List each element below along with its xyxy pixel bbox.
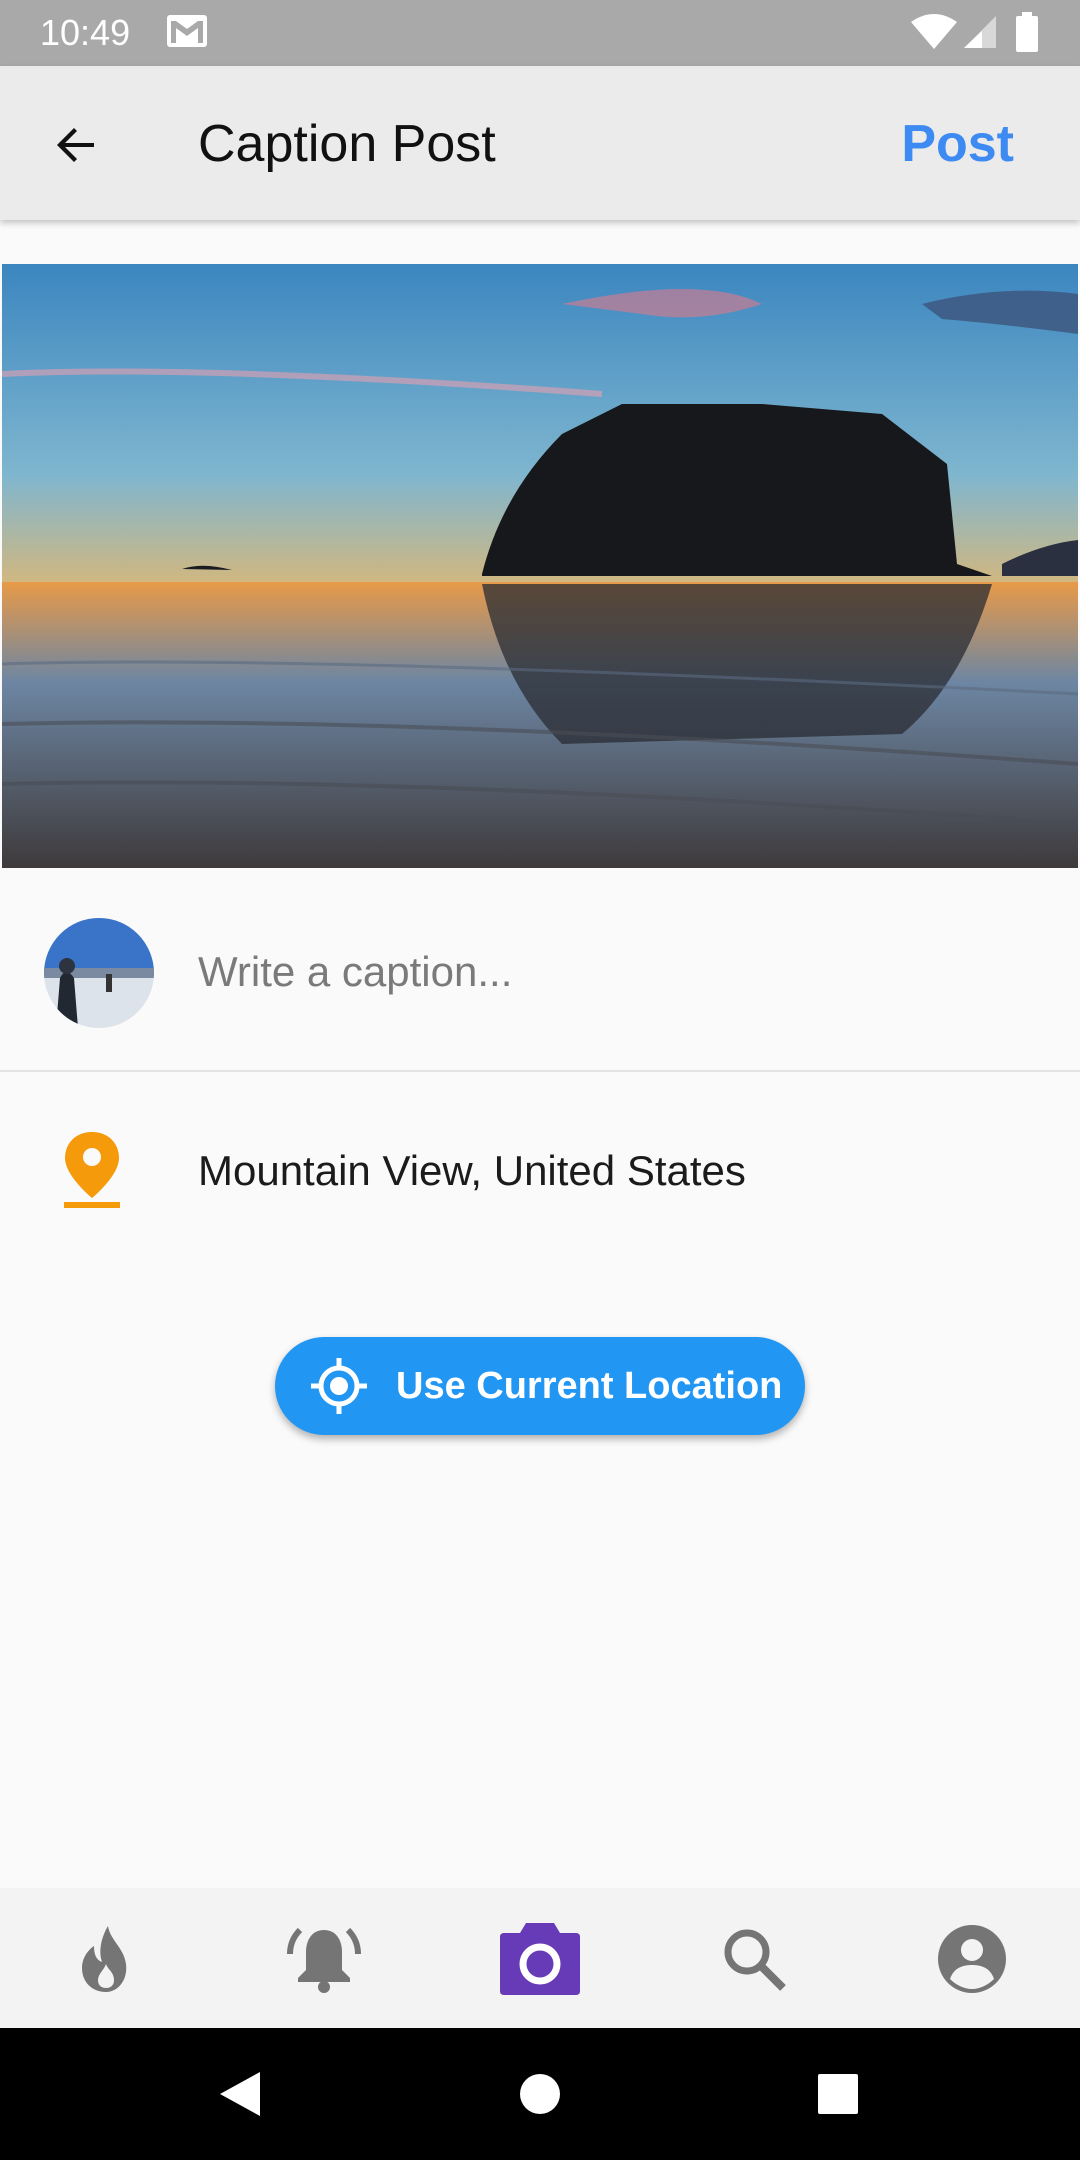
circle-home-icon <box>520 2074 560 2114</box>
back-button[interactable] <box>44 113 108 177</box>
post-photo <box>2 264 1078 868</box>
map-pin-icon <box>64 1132 120 1208</box>
square-recents-icon <box>818 2074 858 2114</box>
bottom-nav <box>0 1888 1080 2028</box>
search-icon <box>724 1929 786 1991</box>
location-row[interactable]: Mountain View, United States <box>0 1074 1080 1264</box>
triangle-back-icon <box>220 2072 260 2116</box>
battery-icon <box>1016 12 1038 52</box>
nav-item-feed[interactable] <box>58 1914 154 2004</box>
system-recents-button[interactable] <box>808 2064 868 2124</box>
app-bar: Caption Post Post <box>0 66 1080 220</box>
use-current-location-button[interactable]: Use Current Location <box>275 1337 805 1435</box>
signal-icon <box>964 16 996 48</box>
caption-row <box>0 868 1080 1072</box>
page-title: Caption Post <box>198 115 496 173</box>
camera-icon <box>500 1923 580 1995</box>
flame-icon <box>82 1926 127 1992</box>
system-home-button[interactable] <box>510 2064 570 2124</box>
arrow-left-icon <box>57 128 94 162</box>
wifi-icon <box>911 14 957 49</box>
caption-input[interactable] <box>198 934 1038 1010</box>
avatar[interactable] <box>44 918 154 1028</box>
bell-ringing-icon <box>287 1927 361 1993</box>
nav-item-notifications[interactable] <box>276 1914 372 2004</box>
status-time: 10:49 <box>40 12 131 53</box>
gmail-icon <box>167 15 207 47</box>
use-current-location-label: Use Current Location <box>396 1365 783 1407</box>
nav-item-profile[interactable] <box>924 1914 1020 2004</box>
system-nav-bar <box>0 2028 1080 2160</box>
crosshair-icon <box>311 1358 367 1414</box>
post-button[interactable]: Post <box>901 112 1014 176</box>
status-bar: 10:49 <box>0 0 1080 66</box>
system-back-button[interactable] <box>210 2064 270 2124</box>
location-text: Mountain View, United States <box>198 1147 746 1194</box>
nav-item-search[interactable] <box>706 1914 802 2004</box>
account-icon <box>938 1925 1006 1993</box>
nav-item-camera[interactable] <box>492 1914 588 2004</box>
